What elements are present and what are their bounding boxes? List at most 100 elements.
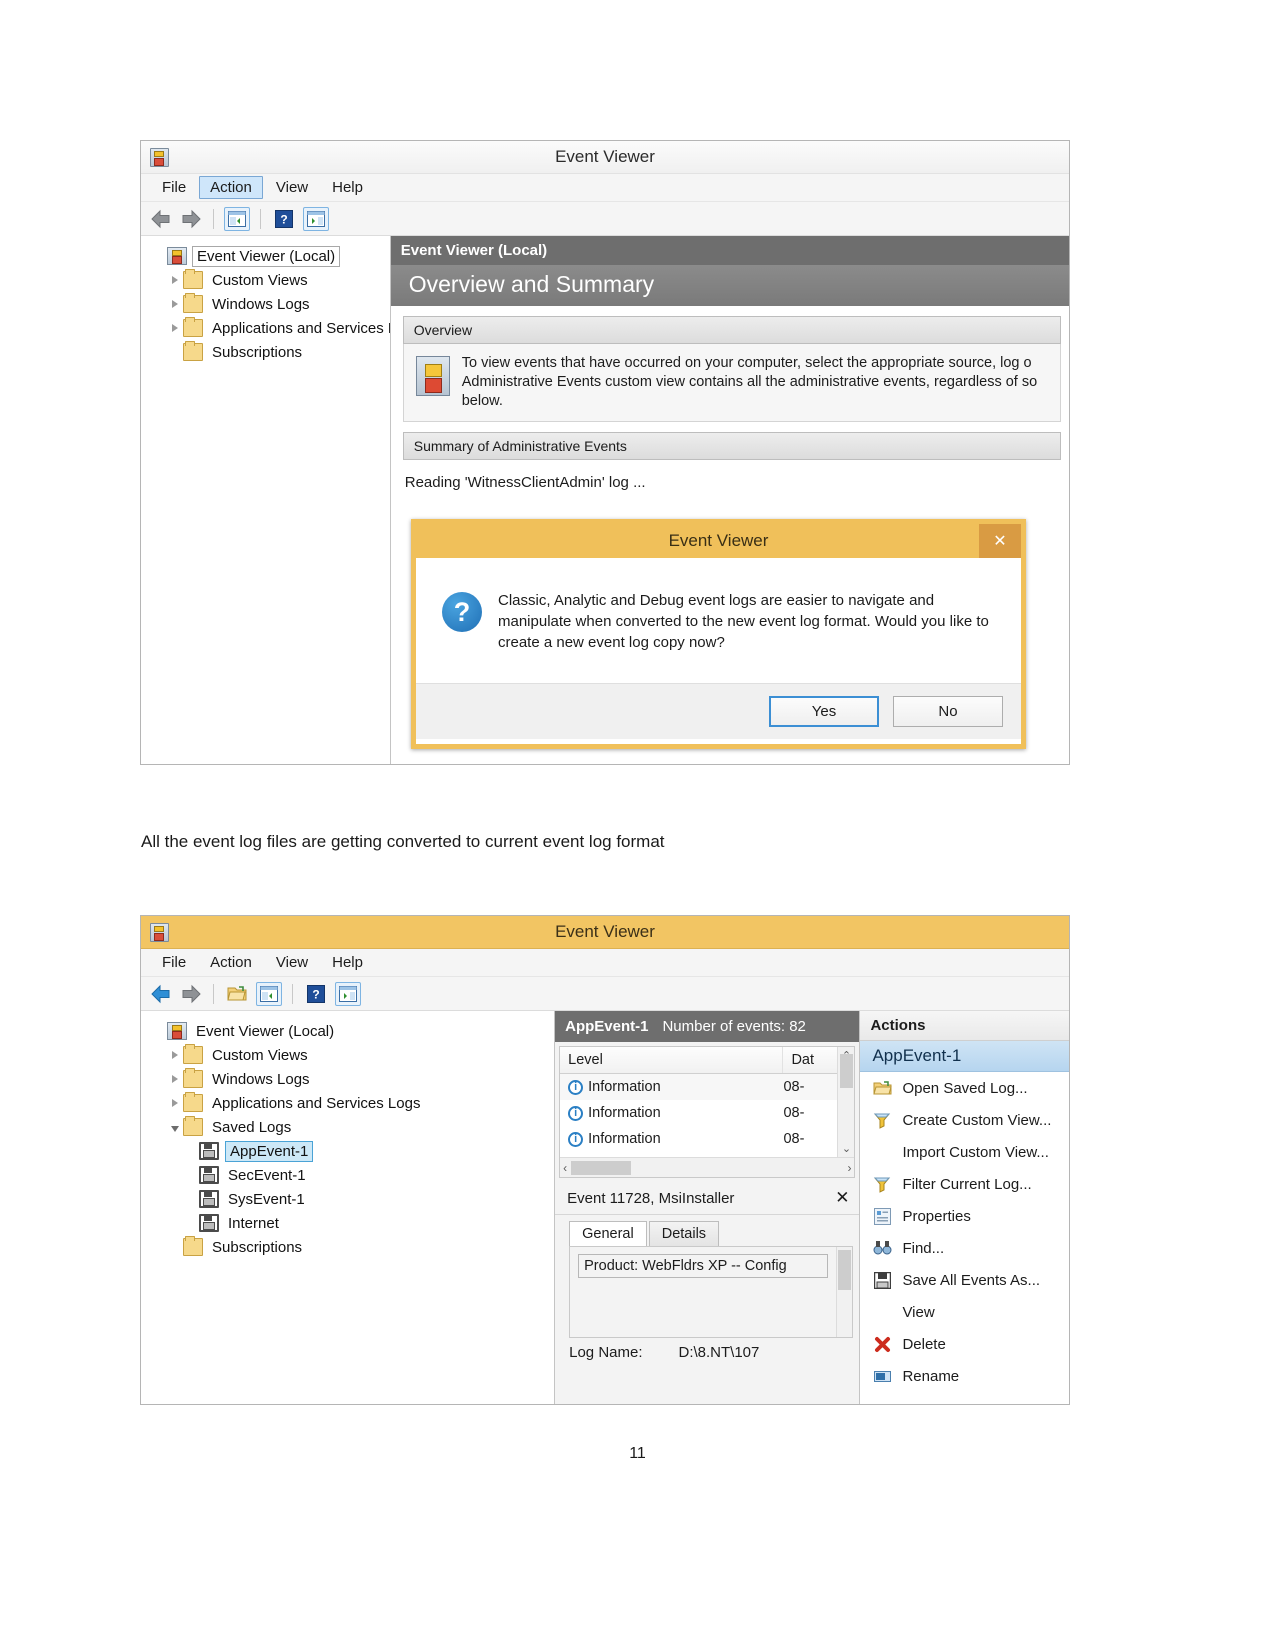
tree-item-event-viewer-local[interactable]: Event Viewer (Local) <box>151 244 390 268</box>
window2-body: Event Viewer (Local) Custom Views Window… <box>141 1011 1069 1404</box>
action-import-custom-view[interactable]: Import Custom View... <box>860 1136 1069 1168</box>
menu-view[interactable]: View <box>265 951 319 974</box>
show-hide-action-pane-icon[interactable] <box>335 981 361 1006</box>
column-header-date[interactable]: Dat <box>783 1047 837 1073</box>
menu-action[interactable]: Action <box>199 951 263 974</box>
close-icon[interactable]: ✕ <box>835 1188 849 1208</box>
event-list-log-name: AppEvent-1 <box>565 1018 649 1035</box>
forward-arrow-icon[interactable] <box>179 208 203 230</box>
action-filter-current-log[interactable]: Filter Current Log... <box>860 1168 1069 1200</box>
scrollbar-thumb[interactable] <box>839 1054 853 1088</box>
open-saved-log-icon[interactable] <box>224 982 250 1006</box>
chevron-left-icon[interactable]: ‹ <box>563 1161 567 1175</box>
back-arrow-icon[interactable] <box>149 208 173 230</box>
show-hide-console-tree-icon[interactable] <box>224 206 250 231</box>
table-row[interactable]: i Information 08- <box>560 1074 838 1100</box>
tree-item-custom-views[interactable]: Custom Views <box>151 1043 554 1067</box>
tree-item-appevent-1[interactable]: AppEvent-1 <box>151 1139 554 1163</box>
tree-item-secevent-1[interactable]: SecEvent-1 <box>151 1163 554 1187</box>
event-list-vertical-scrollbar[interactable]: ⌃ ⌄ <box>837 1047 855 1157</box>
action-view[interactable]: View <box>860 1296 1069 1328</box>
menu-file[interactable]: File <box>151 176 197 199</box>
cell-date: 08- <box>783 1131 805 1147</box>
event-list-horizontal-scrollbar[interactable]: ‹ › <box>560 1157 855 1177</box>
action-create-custom-view[interactable]: Create Custom View... <box>860 1104 1069 1136</box>
tree-item-applications-and-services-logs[interactable]: Applications and Services Lo <box>151 316 390 340</box>
save-disk-icon <box>870 1271 894 1289</box>
tree-item-applications-and-services-logs[interactable]: Applications and Services Logs <box>151 1091 554 1115</box>
tab-details[interactable]: Details <box>648 1221 720 1246</box>
tree-item-label: Saved Logs <box>212 1118 292 1136</box>
custom-views-folder-icon <box>183 1044 203 1064</box>
information-icon: i <box>568 1079 584 1095</box>
forward-arrow-icon[interactable] <box>179 983 203 1005</box>
log-name-label: Log Name: <box>569 1344 643 1361</box>
tree-item-saved-logs[interactable]: Saved Logs <box>151 1115 554 1139</box>
table-row[interactable]: i Information 08- <box>560 1100 837 1126</box>
help-icon[interactable]: ? <box>303 982 329 1006</box>
tree-item-windows-logs[interactable]: Windows Logs <box>151 1067 554 1091</box>
action-find[interactable]: Find... <box>860 1232 1069 1264</box>
tree-item-subscriptions[interactable]: Subscriptions <box>151 1235 554 1259</box>
app-services-folder-icon <box>183 1092 203 1112</box>
action-delete[interactable]: Delete <box>860 1328 1069 1360</box>
no-button[interactable]: No <box>893 696 1003 727</box>
subscriptions-icon <box>183 1236 203 1256</box>
action-open-saved-log[interactable]: Open Saved Log... <box>860 1072 1069 1104</box>
table-row[interactable]: i Information 08- <box>560 1126 837 1152</box>
menu-help[interactable]: Help <box>321 176 374 199</box>
tree-item-sysevent-1[interactable]: SysEvent-1 <box>151 1187 554 1211</box>
action-properties[interactable]: Properties <box>860 1200 1069 1232</box>
show-hide-action-pane-icon[interactable] <box>303 206 329 231</box>
event-detail-scrollbar[interactable]: ⌃ <box>836 1247 853 1337</box>
pane-title: Overview and Summary <box>390 265 1069 306</box>
menu-view[interactable]: View <box>265 176 319 199</box>
close-icon[interactable]: ✕ <box>979 524 1021 558</box>
action-label: View <box>902 1303 935 1321</box>
action-label: Open Saved Log... <box>902 1079 1028 1097</box>
tree-item-event-viewer-local[interactable]: Event Viewer (Local) <box>151 1019 554 1043</box>
menu-action[interactable]: Action <box>199 176 263 199</box>
back-arrow-icon[interactable] <box>149 983 173 1005</box>
scrollbar-thumb[interactable] <box>838 1249 852 1290</box>
window2-title: Event Viewer <box>555 922 655 941</box>
tree-item-windows-logs[interactable]: Windows Logs <box>151 292 390 316</box>
scrollbar-thumb[interactable] <box>571 1160 632 1175</box>
yes-button[interactable]: Yes <box>769 696 879 727</box>
menu-help[interactable]: Help <box>321 951 374 974</box>
window2-result-pane: AppEvent-1 Number of events: 82 Level Da… <box>555 1011 860 1404</box>
chevron-down-icon[interactable]: ⌄ <box>842 1140 851 1157</box>
dialog-titlebar: Event Viewer ✕ <box>416 524 1021 558</box>
toolbar-separator <box>213 983 214 1004</box>
action-rename[interactable]: Rename <box>860 1360 1069 1392</box>
cell-level: Information <box>588 1105 661 1121</box>
tree-item-internet[interactable]: Internet <box>151 1211 554 1235</box>
tab-general[interactable]: General <box>569 1221 647 1246</box>
tree-expander[interactable] <box>167 1099 183 1107</box>
event-log-warning-icon <box>415 356 450 396</box>
tree-item-label: Event Viewer (Local) <box>196 1022 335 1040</box>
menu-file[interactable]: File <box>151 951 197 974</box>
tree-item-label: Windows Logs <box>212 1070 310 1088</box>
tree-expander[interactable] <box>167 1123 183 1132</box>
window2-menubar: File Action View Help <box>141 949 1069 977</box>
open-folder-icon <box>870 1080 894 1096</box>
grid-header-row: Level Dat <box>560 1047 838 1074</box>
page-number: 11 <box>629 1445 646 1462</box>
event-viewer-window-1: Event Viewer File Action View Help ? Eve… <box>140 140 1070 765</box>
tree-expander[interactable] <box>167 1051 183 1059</box>
dialog-message: Classic, Analytic and Debug event logs a… <box>498 592 989 651</box>
show-hide-console-tree-icon[interactable] <box>256 981 282 1006</box>
tree-item-subscriptions[interactable]: Subscriptions <box>151 340 390 364</box>
actions-selected-node: AppEvent-1 <box>860 1041 1069 1072</box>
action-save-all-events-as[interactable]: Save All Events As... <box>860 1264 1069 1296</box>
tree-expander[interactable] <box>167 276 183 284</box>
column-header-level[interactable]: Level <box>560 1047 784 1073</box>
tree-expander[interactable] <box>167 324 183 332</box>
tree-item-label: Windows Logs <box>212 295 310 313</box>
chevron-right-icon[interactable]: › <box>847 1161 851 1175</box>
help-icon[interactable]: ? <box>271 207 297 231</box>
tree-expander[interactable] <box>167 1075 183 1083</box>
tree-item-custom-views[interactable]: Custom Views <box>151 268 390 292</box>
tree-expander[interactable] <box>167 300 183 308</box>
